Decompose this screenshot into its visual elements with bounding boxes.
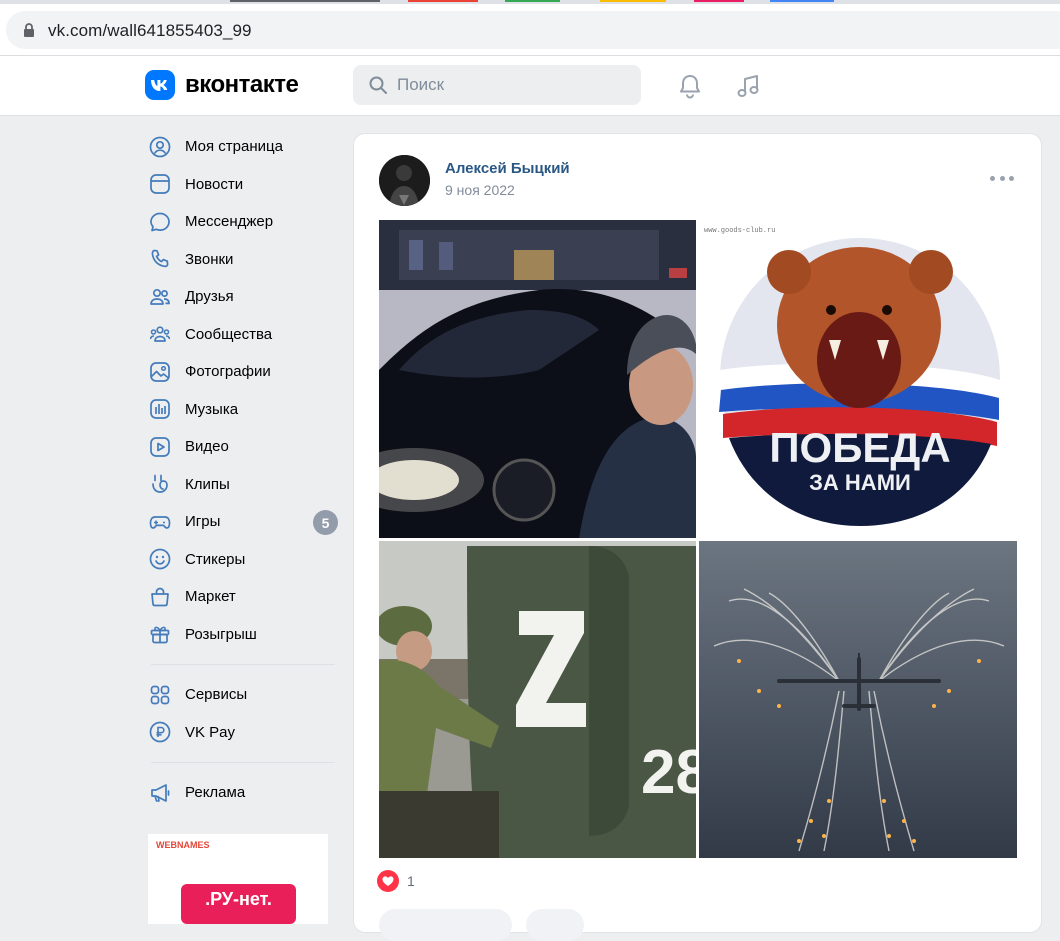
sidebar-item-messenger[interactable]: Мессенджер [145, 203, 340, 241]
video-icon [148, 435, 172, 459]
sidebar-item-label: Сообщества [185, 325, 273, 343]
like-count: 1 [407, 873, 415, 889]
market-icon [148, 585, 172, 609]
sidebar-item-video[interactable]: Видео [145, 428, 340, 466]
photo-icon [148, 360, 172, 384]
reactions-action-button[interactable] [379, 909, 512, 941]
sidebar-item-calls[interactable]: Звонки [145, 241, 340, 279]
post-photo-1[interactable] [379, 220, 696, 538]
ad-banner[interactable]: WEBNAMES .РУ-нет. [148, 834, 328, 924]
communities-icon [148, 322, 172, 346]
post-date[interactable]: 9 ноя 2022 [445, 182, 515, 198]
sidebar-item-news[interactable]: Новости [145, 166, 340, 204]
sidebar-item-label: Маркет [185, 588, 236, 606]
sidebar-item-clips[interactable]: Клипы [145, 466, 340, 504]
sidebar-item-giveaway[interactable]: Розыгрыш [145, 616, 340, 654]
sidebar-item-friends[interactable]: Друзья [145, 278, 340, 316]
sidebar-item-label: Друзья [185, 288, 234, 306]
site-header: вконтакте [0, 56, 1060, 116]
post-photo-grid: www.goods-club.ru ПОБЕДА ЗА НАМИ 28 [379, 220, 1017, 858]
sidebar-item-photos[interactable]: Фотографии [145, 353, 340, 391]
lock-icon [24, 23, 34, 37]
post-photo-3[interactable]: 28 [379, 541, 696, 858]
sidebar-item-communities[interactable]: Сообщества [145, 316, 340, 354]
sidebar-item-label: Игры [185, 513, 221, 531]
vk-logo[interactable]: вконтакте [145, 70, 299, 100]
sidebar-item-label: Розыгрыш [185, 625, 257, 643]
smile-icon [148, 547, 172, 571]
music-note-icon[interactable] [735, 72, 763, 100]
sidebar-item-label: Фотографии [185, 363, 271, 381]
left-sidebar: Моя страница Новости Мессенджер Звонки Д… [145, 128, 340, 812]
newsfeed-icon [148, 172, 172, 196]
music-icon [148, 397, 172, 421]
sidebar-item-my-page[interactable]: Моя страница [145, 128, 340, 166]
search-icon [369, 76, 387, 94]
sidebar-item-label: Музыка [185, 400, 239, 418]
address-bar[interactable]: vk.com/wall641855403_99 [6, 11, 1060, 49]
megaphone-icon [148, 781, 172, 805]
sidebar-item-label: Сервисы [185, 686, 248, 704]
sidebar-divider [151, 664, 335, 665]
browser-toolbar: vk.com/wall641855403_99 [0, 4, 1060, 56]
logo-wordmark: вконтакте [185, 71, 299, 98]
vehicle-number: 28 [641, 738, 696, 807]
clips-icon [148, 472, 172, 496]
sidebar-item-label: Стикеры [185, 550, 246, 568]
post-more-options-icon[interactable] [990, 176, 1014, 184]
gift-icon [148, 622, 172, 646]
like-button[interactable]: 1 [377, 870, 415, 892]
sidebar-item-label: VK Pay [185, 723, 236, 741]
comments-action-button[interactable] [526, 909, 584, 941]
ad-brand: WEBNAMES [156, 840, 210, 850]
search-input[interactable] [397, 74, 627, 96]
sidebar-item-market[interactable]: Маркет [145, 578, 340, 616]
sidebar-item-stickers[interactable]: Стикеры [145, 541, 340, 579]
sidebar-item-label: Звонки [185, 250, 234, 268]
url-text[interactable]: vk.com/wall641855403_99 [48, 21, 252, 41]
sidebar-divider [151, 762, 335, 763]
author-avatar[interactable] [379, 155, 430, 206]
wall-post: Алексей Быцкий 9 ноя 2022 www.goods-club… [353, 133, 1042, 941]
heart-icon [377, 870, 399, 892]
message-icon [148, 210, 172, 234]
phone-icon [148, 247, 172, 271]
sidebar-item-label: Видео [185, 438, 229, 456]
photo-watermark: www.goods-club.ru [704, 227, 775, 235]
user-circle-icon [148, 135, 172, 159]
post-photo-2[interactable]: www.goods-club.ru ПОБЕДА ЗА НАМИ [699, 220, 1017, 538]
games-icon [148, 510, 172, 534]
sidebar-item-label: Реклама [185, 784, 246, 802]
sidebar-item-label: Мессенджер [185, 213, 274, 231]
sidebar-item-ads[interactable]: Реклама [145, 774, 340, 812]
vk-logo-icon [145, 70, 175, 100]
friends-icon [148, 285, 172, 309]
post-author-name[interactable]: Алексей Быцкий [445, 160, 570, 177]
sidebar-item-music[interactable]: Музыка [145, 391, 340, 429]
sidebar-item-services[interactable]: Сервисы [145, 676, 340, 714]
sidebar-item-label: Моя страница [185, 138, 283, 156]
sidebar-item-label: Новости [185, 175, 244, 193]
sidebar-item-games[interactable]: Игры 5 [145, 503, 340, 541]
notifications-bell-icon[interactable] [676, 72, 704, 100]
photo-caption-line2: ЗА НАМИ [809, 470, 911, 495]
sidebar-item-label: Клипы [185, 475, 230, 493]
vkpay-icon [148, 720, 172, 744]
games-counter-badge: 5 [313, 510, 338, 535]
photo-caption-line1: ПОБЕДА [769, 424, 950, 471]
post-photo-4[interactable] [699, 541, 1017, 858]
ad-headline: .РУ-нет. [181, 884, 296, 924]
sidebar-item-vkpay[interactable]: VK Pay [145, 714, 340, 752]
search-box[interactable] [353, 65, 641, 105]
services-icon [148, 683, 172, 707]
